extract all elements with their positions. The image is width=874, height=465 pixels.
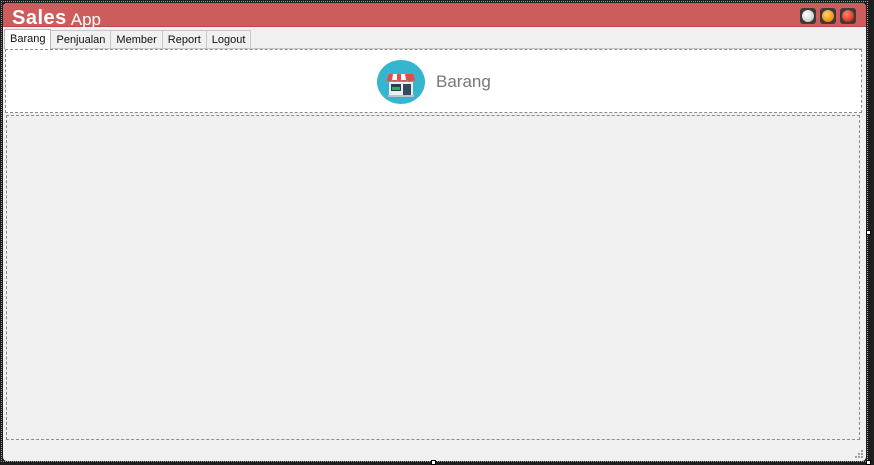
resize-grip-icon[interactable]	[854, 449, 864, 459]
tab-member[interactable]: Member	[110, 30, 163, 49]
resize-handle-corner[interactable]	[866, 460, 871, 465]
close-icon	[842, 10, 854, 22]
tab-report[interactable]: Report	[161, 30, 207, 49]
content-panel	[6, 115, 860, 440]
tab-logout[interactable]: Logout	[205, 30, 252, 49]
resize-handle-bottom[interactable]	[431, 460, 436, 465]
close-button[interactable]	[840, 8, 856, 24]
title-light-text: App_	[70, 10, 111, 29]
main-window: Sales App_ Barang Penjualan Member Repor…	[3, 3, 866, 461]
maximize-button[interactable]	[820, 8, 836, 24]
maximize-icon	[822, 10, 834, 22]
tab-barang[interactable]: Barang	[4, 29, 52, 49]
designer-surface: Sales App_ Barang Penjualan Member Repor…	[0, 0, 874, 465]
shop-icon	[377, 60, 425, 104]
title-bold-text: Sales	[12, 7, 67, 29]
resize-handle-right[interactable]	[866, 230, 871, 235]
minimize-icon	[802, 10, 814, 22]
tab-strip: Barang Penjualan Member Report Logout	[4, 29, 252, 49]
minimize-button[interactable]	[800, 8, 816, 24]
tab-penjualan[interactable]: Penjualan	[50, 30, 112, 49]
header-panel: Barang	[5, 49, 862, 113]
header-title: Barang	[436, 72, 491, 91]
title-bar[interactable]: Sales App_	[3, 3, 866, 28]
window-controls	[800, 8, 856, 24]
window-title: Sales App_	[12, 6, 110, 28]
